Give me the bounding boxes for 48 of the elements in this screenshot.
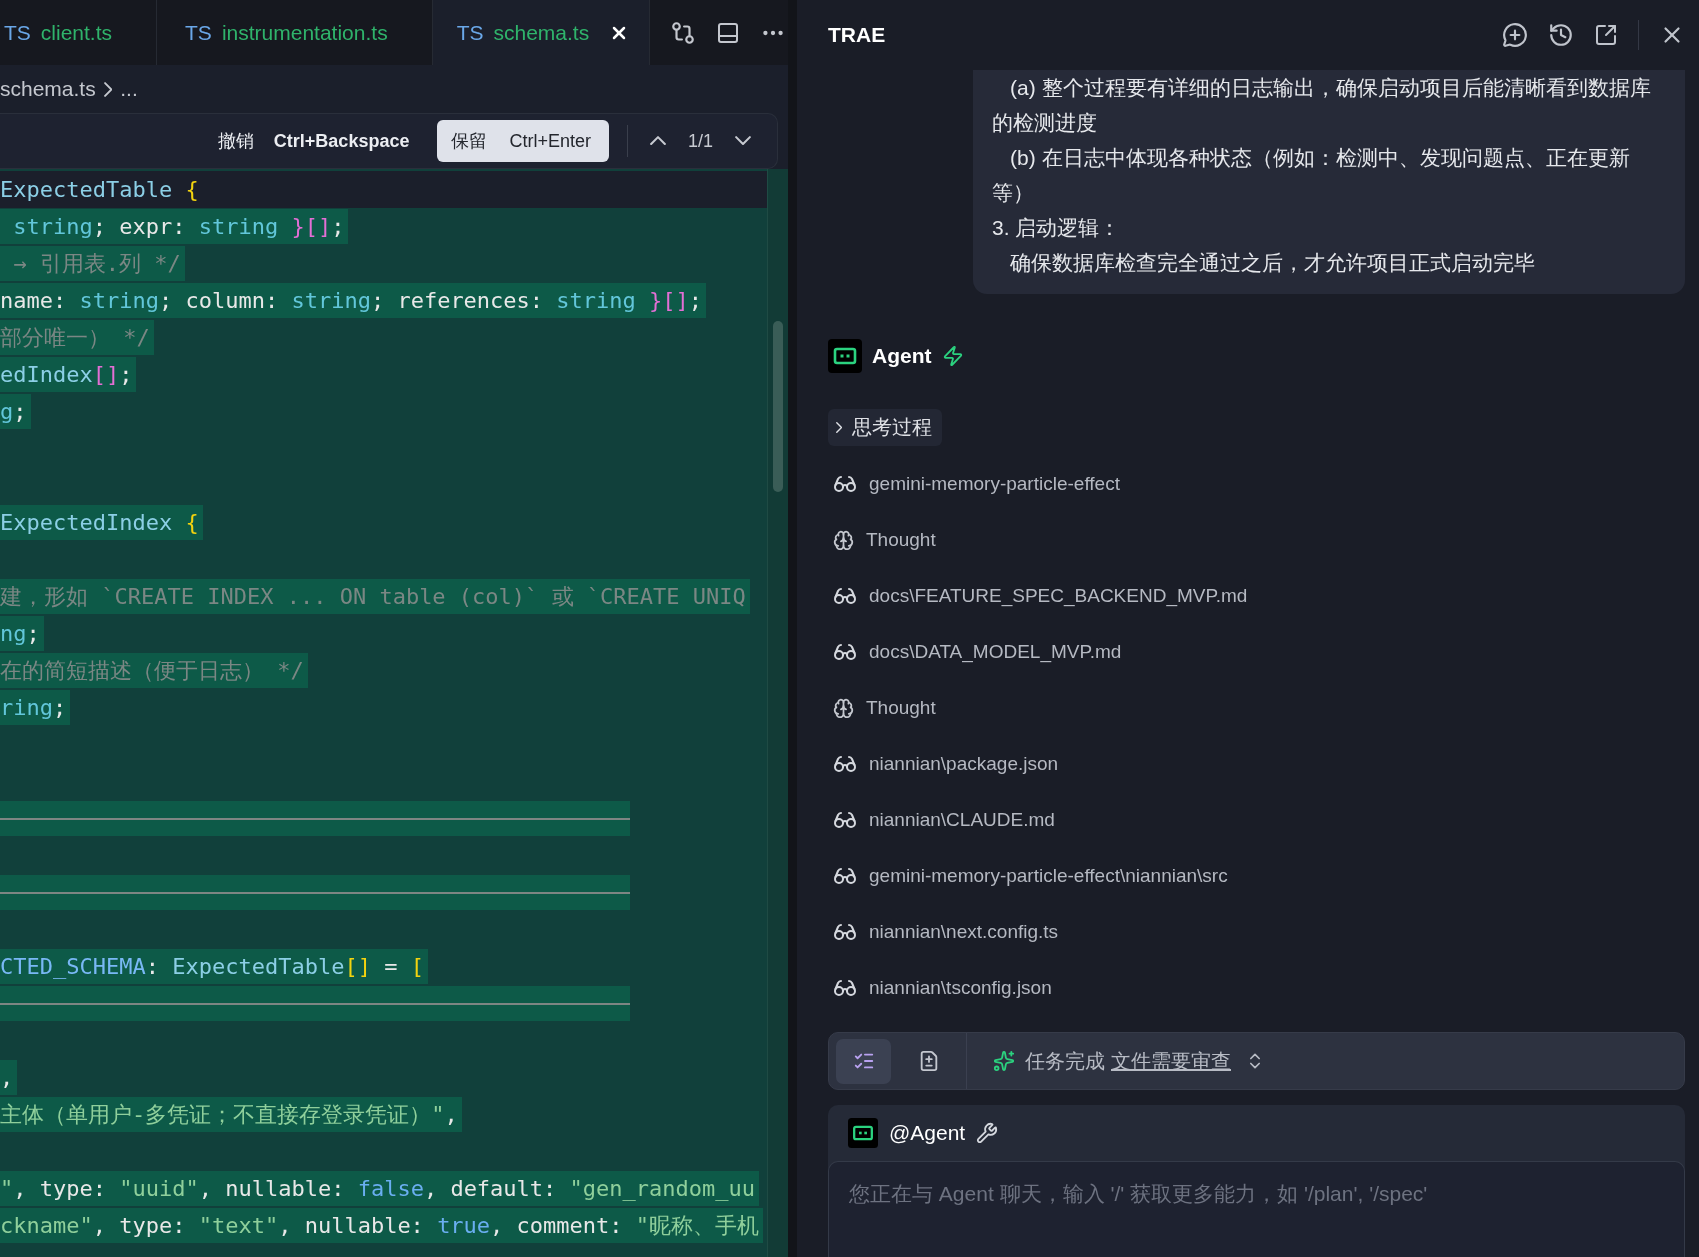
breadcrumb-item[interactable]: schema.ts: [0, 77, 96, 101]
step-label[interactable]: docs\DATA_MODEL_MVP.md: [869, 641, 1122, 663]
chevron-down-icon: [735, 136, 751, 146]
brain-icon: [833, 697, 854, 719]
discard-button[interactable]: 撤销 Ctrl+Backspace: [217, 129, 410, 153]
scrollbar-thumb[interactable]: [773, 321, 783, 492]
step-label[interactable]: niannian\next.config.ts: [869, 921, 1059, 943]
change-counter: 1/1: [687, 130, 713, 152]
wrench-icon[interactable]: [976, 1122, 999, 1144]
message-paragraph: (a) 整个过程要有详细的日志输出，确保启动项目后能清晰看到数据库的检测进度: [992, 75, 1652, 136]
panel-layout-icon[interactable]: [716, 20, 741, 45]
step-label[interactable]: gemini-memory-particle-effect: [869, 473, 1120, 495]
code-line: ExpectedTable {: [0, 176, 200, 204]
agent-name: Agent: [872, 344, 932, 368]
agent-mention[interactable]: @Agent: [889, 1121, 966, 1145]
message-input[interactable]: 您正在与 Agent 聊天，输入 '/' 获取更多能力，如 '/plan', '/spec': [828, 1161, 1685, 1257]
message-paragraph: 确保数据库检查完全通过之后，才允许项目正式启动完毕: [1009, 250, 1536, 276]
agent-avatar-icon: [828, 339, 862, 373]
review-files-link[interactable]: 文件需要审查: [1111, 1047, 1231, 1075]
brain-icon: [833, 529, 854, 551]
next-change-button[interactable]: [735, 136, 751, 146]
message-paragraph: 3. 启动逻辑：: [992, 215, 1122, 241]
message-paragraph: (b) 在日志中体现各种状态（例如：检测中、发现问题点、正在更新等）: [992, 145, 1631, 206]
step-label[interactable]: gemini-memory-particle-effect\niannian\src: [869, 865, 1228, 887]
history-button[interactable]: [1548, 22, 1574, 48]
lightning-icon: [941, 345, 964, 367]
step-label[interactable]: docs\FEATURE_SPEC_BACKEND_MVP.md: [869, 585, 1248, 607]
step-label[interactable]: Thought: [866, 697, 936, 719]
chevron-up-icon: [649, 136, 666, 146]
compare-icon[interactable]: [670, 19, 697, 46]
view-toggle-button[interactable]: [836, 1038, 891, 1084]
chevron-right-icon: [103, 81, 113, 97]
step-label[interactable]: niannian\CLAUDE.md: [869, 809, 1055, 831]
panel-title: TRAE: [828, 23, 887, 47]
keep-button[interactable]: 保留 Ctrl+Enter: [437, 120, 609, 162]
step-label[interactable]: niannian\tsconfig.json: [869, 977, 1052, 999]
status-text: 任务完成: [1025, 1048, 1105, 1074]
editor-tab[interactable]: TS schema.ts: [432, 0, 651, 65]
previous-change-button[interactable]: [649, 136, 666, 146]
sparkle-icon: [993, 1050, 1015, 1072]
chevron-icon: [836, 422, 843, 433]
thinking-toggle[interactable]: 思考过程: [828, 409, 943, 446]
agent-avatar-icon: [848, 1118, 878, 1148]
new-chat-button[interactable]: [1502, 22, 1528, 48]
step-label[interactable]: niannian\package.json: [869, 753, 1059, 775]
breadcrumb-item[interactable]: ...: [120, 77, 138, 101]
open-external-button[interactable]: [1594, 23, 1618, 47]
step-label[interactable]: Thought: [866, 529, 936, 551]
